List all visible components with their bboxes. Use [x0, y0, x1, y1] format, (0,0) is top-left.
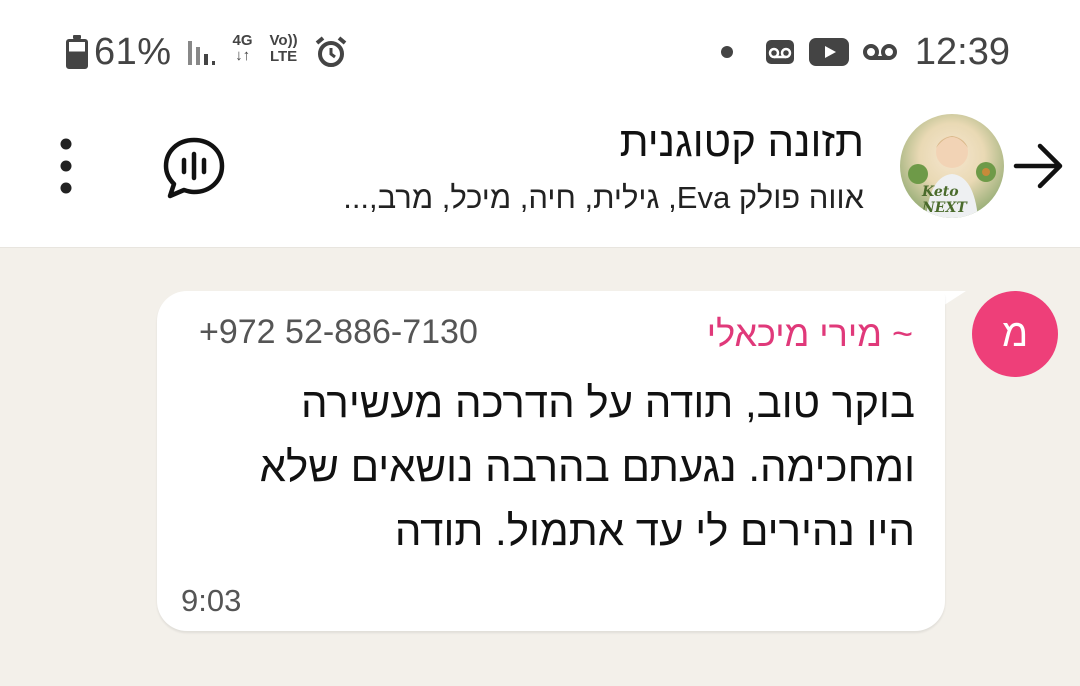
status-bar: 61% 4G ↓↑ Vo)) LTE 12:39 — [0, 0, 1080, 100]
voicemail-notification-icon — [765, 40, 794, 64]
group-avatar-brand: Keto NEXT — [922, 184, 967, 216]
data-arrows-icon: ↓↑ — [235, 47, 251, 64]
message-text: בוקר טוב, תודה על הדרכה מעשירה ומחכימה. … — [259, 379, 915, 554]
volte-icon: Vo)) LTE — [268, 33, 300, 71]
signal-icon — [187, 41, 215, 65]
youtube-icon — [808, 38, 849, 66]
chat-screen: 61% 4G ↓↑ Vo)) LTE 12:39 Keto NEXT תזונה… — [0, 0, 1080, 686]
more-options-icon[interactable] — [50, 136, 82, 196]
volte-top-label: Vo)) — [269, 32, 298, 49]
volte-bottom-label: LTE — [269, 48, 298, 65]
network-type-label: 4G — [232, 32, 253, 49]
group-name[interactable]: תזונה קטוגנית — [620, 118, 864, 166]
message-time: 9:03 — [181, 583, 242, 618]
status-left: 61% 4G ↓↑ Vo)) LTE — [66, 30, 348, 74]
voicemail-icon — [862, 44, 897, 60]
chat-header: Keto NEXT תזונה קטוגנית אווה פולק Eva, ג… — [0, 100, 1080, 248]
battery-icon — [66, 35, 88, 69]
network-type-icon: 4G ↓↑ — [228, 33, 258, 71]
group-members[interactable]: אווה פולק Eva, גילית, חיה, מיכל, מרב,... — [343, 180, 864, 216]
group-avatar[interactable]: Keto NEXT — [900, 114, 1004, 218]
alarm-icon — [315, 36, 346, 67]
sender-phone: +972 52-886-7130 — [199, 313, 478, 351]
sender-name[interactable]: ~ מירי מיכאלי — [707, 313, 913, 355]
voice-chat-icon[interactable] — [162, 136, 226, 200]
sender-avatar[interactable]: מ — [972, 291, 1058, 377]
message-bubble[interactable]: ~ מירי מיכאלי +972 52-886-7130 בוקר טוב,… — [157, 291, 945, 631]
back-arrow-icon[interactable] — [1010, 138, 1066, 194]
clock: 12:39 — [914, 30, 1010, 73]
notification-dot-icon — [720, 46, 733, 58]
status-right: 12:39 — [720, 30, 1010, 74]
battery-percent: 61% — [94, 30, 172, 73]
